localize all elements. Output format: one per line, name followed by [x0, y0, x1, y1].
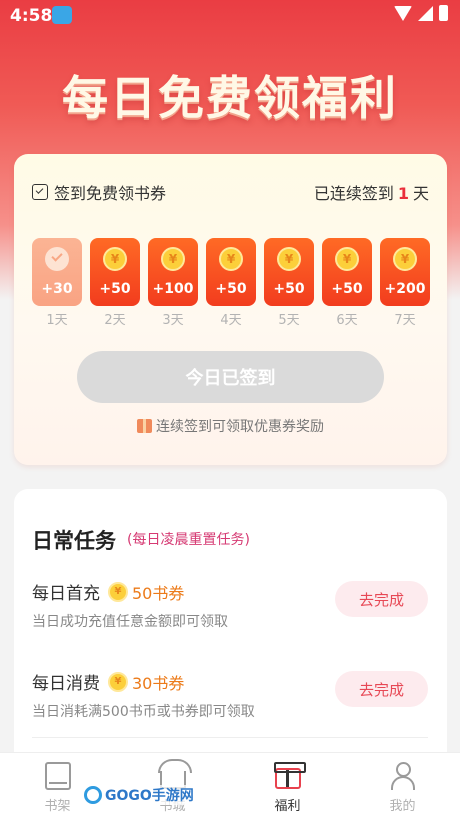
coin-icon: ¥ — [108, 581, 128, 602]
hero-title: 每日免费领福利 — [62, 71, 398, 125]
day-label: 1天 — [46, 313, 68, 328]
signed-today-button[interactable]: 今日已签到 — [77, 351, 384, 403]
checkin-day[interactable]: ¥ +50 4天 — [206, 238, 256, 328]
checkin-day[interactable]: ¥ +200 7天 — [380, 238, 430, 328]
divider — [32, 737, 428, 738]
profile-icon — [390, 762, 415, 790]
coin-icon: ¥ — [103, 247, 127, 271]
checkin-day[interactable]: ¥ +50 6天 — [322, 238, 372, 328]
task-item: 每日首充 ¥ 50书券 当日成功充值任意金额即可领取 去完成 — [32, 579, 428, 639]
wifi-icon — [394, 5, 412, 21]
checkmark-icon — [45, 247, 69, 271]
app-notification-icon — [52, 6, 72, 24]
watermark: GOGO手游网 — [84, 785, 194, 805]
task-go-button[interactable]: 去完成 — [335, 581, 428, 617]
day-label: 5天 — [278, 313, 300, 328]
coin-icon: ¥ — [277, 247, 301, 271]
battery-icon — [439, 5, 448, 21]
day-label: 2天 — [104, 313, 126, 328]
task-description: 当日消耗满500书币或书券即可领取 — [32, 704, 255, 720]
checkin-days: +30 1天 ¥ +50 2天 ¥ +100 3天 ¥ +50 4天 ¥ +50 5天 … — [32, 238, 432, 328]
status-time: 4:58 — [10, 6, 53, 26]
task-reward: 30书券 — [132, 673, 185, 693]
task-name: 每日首充 — [32, 584, 100, 604]
day-label: 3天 — [162, 313, 184, 328]
checkin-title: 签到免费领书券 — [54, 184, 167, 203]
status-icons — [394, 5, 448, 21]
day-reward: +100 — [152, 281, 194, 297]
tab-profile[interactable]: 我的 — [345, 753, 460, 818]
gift-icon — [137, 419, 152, 433]
checkin-hint: 连续签到可领取优惠券奖励 — [14, 416, 447, 436]
tasks-title: 日常任务 — [32, 529, 116, 553]
bookshelf-icon — [44, 762, 71, 790]
status-bar: 4:58 — [0, 0, 460, 32]
coin-icon: ¥ — [335, 247, 359, 271]
tab-welfare[interactable]: 福利 — [230, 753, 345, 818]
day-label: 7天 — [394, 313, 416, 328]
calendar-check-icon — [32, 184, 48, 200]
task-go-button[interactable]: 去完成 — [335, 671, 428, 707]
streak-days: 1 — [397, 184, 409, 203]
task-description: 当日成功充值任意金额即可领取 — [32, 614, 228, 630]
day-reward: +30 — [41, 281, 73, 297]
day-reward: +50 — [331, 281, 363, 297]
task-item: 每日消费 ¥ 30书券 当日消耗满500书币或书券即可领取 去完成 — [32, 669, 428, 729]
day-reward: +200 — [384, 281, 426, 297]
checkin-day[interactable]: ¥ +100 3天 — [148, 238, 198, 328]
bottom-tab-bar: 书架 书城 福利 我的 — [0, 752, 460, 818]
coin-icon: ¥ — [161, 247, 185, 271]
tab-label: 我的 — [389, 799, 416, 814]
tasks-subtitle: (每日凌晨重置任务) — [127, 532, 250, 548]
coin-icon: ¥ — [393, 247, 417, 271]
hint-text: 连续签到可领取优惠券奖励 — [156, 419, 324, 435]
checkin-header: 签到免费领书券 已连续签到 1 天 — [32, 180, 429, 204]
checkin-card: 签到免费领书券 已连续签到 1 天 +30 1天 ¥ +50 2天 ¥ +100 3天 … — [14, 154, 447, 465]
checkin-day[interactable]: ¥ +50 2天 — [90, 238, 140, 328]
streak-status: 已连续签到 1 天 — [313, 184, 429, 203]
task-reward: 50书券 — [132, 583, 185, 603]
watermark-text: GOGO手游网 — [105, 788, 194, 804]
coin-icon: ¥ — [108, 671, 128, 692]
daily-tasks-card: 日常任务 (每日凌晨重置任务) 每日首充 ¥ 50书券 当日成功充值任意金额即可… — [14, 489, 447, 789]
task-name: 每日消费 — [32, 674, 100, 694]
watermark-logo-icon — [84, 786, 102, 804]
checkin-day[interactable]: ¥ +50 5天 — [264, 238, 314, 328]
gift-icon — [273, 762, 306, 789]
day-reward: +50 — [99, 281, 131, 297]
day-label: 6天 — [336, 313, 358, 328]
day-reward: +50 — [273, 281, 305, 297]
day-reward: +50 — [215, 281, 247, 297]
coin-icon: ¥ — [219, 247, 243, 271]
signal-icon — [418, 5, 433, 21]
checkin-day[interactable]: +30 1天 — [32, 238, 82, 328]
day-label: 4天 — [220, 313, 242, 328]
tab-label: 福利 — [274, 799, 301, 814]
